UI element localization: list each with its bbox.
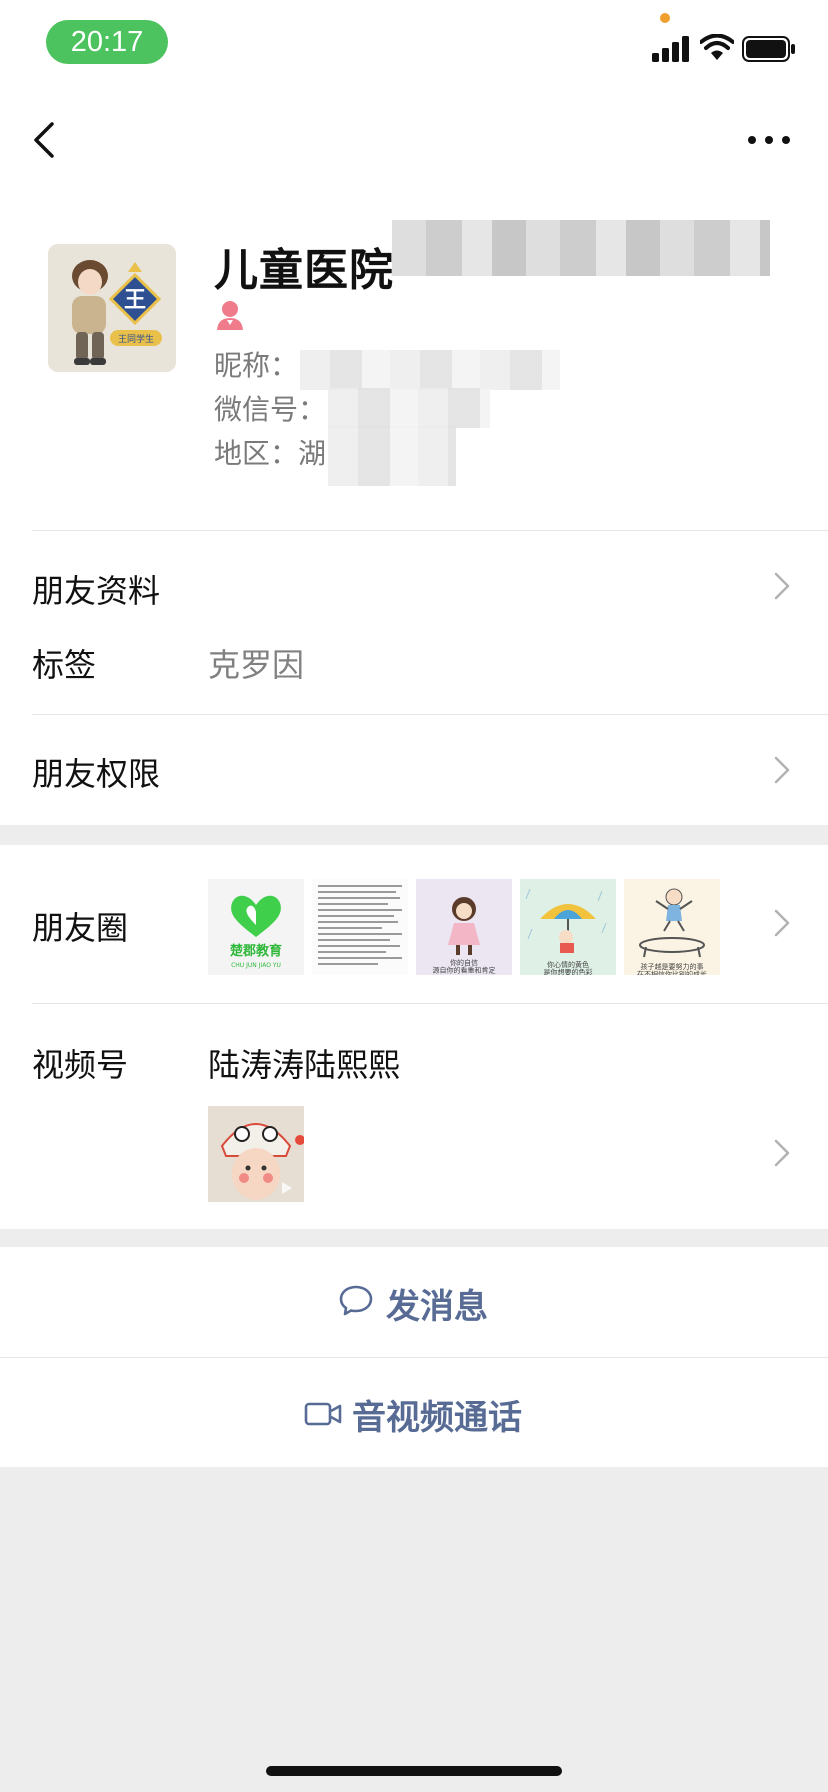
- moment-brand-sub: CHU JUN JIAO YU: [231, 962, 281, 969]
- av-call-button[interactable]: 音视频通话: [0, 1358, 828, 1467]
- profile-header: 王 王同学生 儿童医院 昵称： 微信号： 地区：湖: [0, 190, 828, 530]
- avatar-illustration: 王 王同学生: [48, 244, 176, 372]
- moment-trampoline-image: 孩子越是要努力的事在不相信你比别的成长: [637, 888, 707, 975]
- redacted-region: [328, 426, 456, 486]
- redacted-nickname: [300, 350, 560, 390]
- region-row: 地区：湖: [214, 432, 326, 472]
- chevron-right-icon: [774, 909, 790, 937]
- cellular-signal-icon: [652, 36, 689, 62]
- nickname-label: 昵称：: [214, 349, 299, 382]
- avatar-badge-sub: 王同学生: [118, 333, 154, 345]
- avatar[interactable]: 王 王同学生: [48, 244, 176, 372]
- moment-caption-2: 你心情的黄色是你想要的色彩: [544, 960, 593, 975]
- moments-cell[interactable]: 朋友圈 楚郡教育 CHU JUN JIAO YU 你的自信源自你的看重和肯定 你…: [0, 845, 828, 1003]
- moment-thumbnail: 你心情的黄色是你想要的色彩: [520, 879, 616, 975]
- channels-thumbnail-image: [208, 1106, 304, 1202]
- moment-umbrella-image: 你心情的黄色是你想要的色彩: [525, 888, 607, 975]
- friend-info-card: 朋友资料 标签 克罗因 朋友权限: [0, 530, 828, 825]
- moment-thumbnail: [312, 879, 408, 975]
- chevron-right-icon: [774, 756, 790, 784]
- send-message-label: 发消息: [386, 1287, 488, 1327]
- channels-label: 视频号: [32, 1046, 129, 1084]
- chevron-right-icon: [774, 1139, 790, 1167]
- avatar-badge-char: 王: [124, 288, 146, 313]
- moment-caption-3: 孩子越是要努力的事在不相信你比别的成长: [637, 962, 707, 975]
- channels-name: 陆涛涛陆熙熙: [208, 1046, 401, 1084]
- moment-thumbnail: 孩子越是要努力的事在不相信你比别的成长: [624, 879, 720, 975]
- wifi-icon: [700, 34, 734, 60]
- more-dots-icon[interactable]: [744, 126, 794, 154]
- female-person-icon: [217, 301, 243, 330]
- moment-caption-1: 你的自信源自你的看重和肯定: [433, 958, 496, 975]
- home-indicator[interactable]: [266, 1766, 562, 1776]
- channels-video-thumbnail: [208, 1106, 304, 1202]
- back-chevron-icon[interactable]: [26, 114, 66, 166]
- chevron-right-icon: [774, 572, 790, 600]
- moment-text-image: [318, 885, 402, 965]
- friend-info-cell[interactable]: 朋友资料: [0, 530, 828, 630]
- moment-thumbnail: 楚郡教育 CHU JUN JIAO YU: [208, 879, 304, 975]
- moments-channels-card: 朋友圈 楚郡教育 CHU JUN JIAO YU 你的自信源自你的看重和肯定 你…: [0, 845, 828, 1229]
- moment-brand-text: 楚郡教育: [230, 943, 282, 959]
- tags-label: 标签: [32, 646, 97, 684]
- redacted-wechat-id: [328, 388, 490, 428]
- navigation-bar: [0, 90, 828, 190]
- wechat-id-label: 微信号：: [214, 393, 327, 426]
- tags-value: 克罗因: [208, 646, 305, 684]
- nickname-row: 昵称：: [214, 344, 298, 384]
- contact-profile-page: 20:17 王 王同学生 儿童医院 昵称： 微信号： 地区：湖 朋友资料 标签 …: [0, 0, 828, 1792]
- moment-thumbnail: 你的自信源自你的看重和肯定: [416, 879, 512, 975]
- redacted-name-suffix: [392, 220, 770, 276]
- status-time: 20:17: [46, 20, 168, 64]
- battery-icon: [742, 36, 795, 62]
- region-label: 地区：: [214, 437, 299, 470]
- send-message-button[interactable]: 发消息: [0, 1247, 828, 1357]
- moment-brand-image: 楚郡教育 CHU JUN JIAO YU: [230, 895, 282, 969]
- wechat-id-row: 微信号：: [214, 388, 326, 428]
- moments-label: 朋友圈: [32, 909, 129, 947]
- chat-bubble-icon: [339, 1285, 373, 1316]
- friend-permissions-label: 朋友权限: [32, 755, 161, 793]
- region-value: 湖: [298, 437, 327, 470]
- channels-cell[interactable]: 视频号 陆涛涛陆熙熙: [0, 1004, 828, 1229]
- status-bar: 20:17: [0, 0, 828, 90]
- video-camera-icon: [304, 1402, 342, 1426]
- av-call-label: 音视频通话: [352, 1398, 522, 1438]
- privacy-indicator-dot: [660, 13, 670, 23]
- moment-girl-image: 你的自信源自你的看重和肯定: [433, 897, 496, 975]
- display-name: 儿童医院: [214, 245, 394, 296]
- friend-permissions-cell[interactable]: 朋友权限: [0, 715, 828, 825]
- friend-info-label: 朋友资料: [32, 572, 161, 610]
